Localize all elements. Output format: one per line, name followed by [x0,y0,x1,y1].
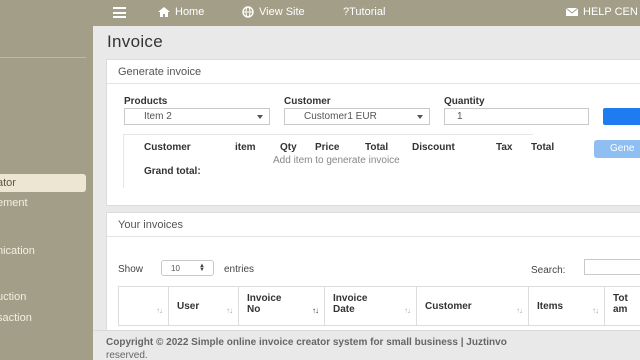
sidebar-item-communication[interactable]: nication [0,242,86,260]
chevron-down-icon [417,115,423,119]
col-price: Price [315,142,340,153]
col-customer[interactable]: Customer ↑↓ [416,287,528,325]
sort-icon: ↑↓ [516,306,523,315]
col-discount: Discount [412,142,455,153]
sidebar-item-label: saction [0,312,32,324]
grand-total-label: Grand total: [144,166,201,177]
sort-icon: ↑↓ [156,306,163,315]
col-customer: Customer [144,142,191,153]
main-content: Invoice Generate invoice Products Item 2… [93,26,640,360]
sort-icon: ↑↓ [404,306,411,315]
quantity-label: Quantity [444,96,485,107]
your-invoices-header: Your invoices [107,213,640,237]
sidebar-item-label: ator [0,177,16,189]
customer-select-value: Customer1 EUR [304,111,377,122]
hamburger-menu-icon[interactable] [113,7,126,18]
sidebar-item-label: ement [0,197,28,209]
search-label: Search: [531,265,566,276]
invoices-table-header: ↑↓ User ↑↓ Invoice No ↑↓ Invoice Date ↑↓ Cu… [118,286,640,326]
updown-icon: ▲ ▼ [199,263,205,273]
home-link-label: Home [175,6,205,18]
tutorial-label: ?Tutorial [343,6,386,18]
reserved-text: reserved. [106,350,148,360]
sidebar-item-label: uction [0,291,27,303]
quantity-input-value: 1 [457,111,463,122]
sidebar-item-production[interactable]: uction [0,288,86,306]
sort-icon: ↑↓ [226,306,233,315]
show-label: Show [118,264,144,275]
col-grand-total: Total [531,142,555,153]
col-total-amount[interactable]: Tot am [604,287,640,325]
top-bar: Home View Site ?Tutorial HELP CEN [93,0,640,26]
col-user-label: User [177,301,200,312]
col-item: item [235,142,256,153]
copyright-text: Copyright © 2022 Simple online invoice c… [106,337,507,348]
generate-invoice-button[interactable]: Gene [594,140,640,158]
sidebar: ator ement nication uction saction [0,0,93,360]
col-invoice-no-label: Invoice No [247,293,282,315]
chevron-down-icon [257,115,263,119]
add-item-button[interactable] [603,108,640,125]
col-customer-label: Customer [425,301,472,312]
customer-select[interactable]: Customer1 EUR [284,108,430,125]
sidebar-item-management[interactable]: ement [0,194,86,212]
sidebar-item-label: nication [0,245,35,257]
help-center-link[interactable]: HELP CEN [565,6,638,18]
sort-desc-icon: ↑↓ [312,306,319,315]
generate-invoice-header: Generate invoice [107,60,640,84]
view-site-link[interactable]: View Site [241,6,305,18]
products-select[interactable]: Item 2 [124,108,270,125]
entries-label: entries [224,264,255,275]
empty-items-message: Add item to generate invoice [273,155,400,166]
col-tax: Tax [496,142,513,153]
tutorial-link[interactable]: ?Tutorial [343,6,385,18]
globe-icon [242,6,254,18]
entries-per-page-select[interactable]: 10 ▲ ▼ [161,260,214,276]
col-qty: Qty [280,142,297,153]
col-invoice-no[interactable]: Invoice No ↑↓ [238,287,324,325]
search-input[interactable] [584,259,640,275]
col-invoice-date-label: Invoice Date [333,293,368,315]
envelope-icon [565,7,579,16]
col-items[interactable]: Items ↑↓ [528,287,604,325]
col-items-label: Items [537,301,564,312]
sidebar-divider [0,57,86,58]
sidebar-item-transaction[interactable]: saction [0,309,86,327]
home-link[interactable]: Home [157,6,204,18]
col-total-amount-label: Tot am [613,293,628,315]
home-icon [158,7,170,17]
quantity-input[interactable]: 1 [444,108,589,125]
entries-per-page-value: 10 [171,264,180,273]
sidebar-item-invoice-generator[interactable]: ator [0,174,86,192]
col-invoice-date[interactable]: Invoice Date ↑↓ [324,287,416,325]
footer: Copyright © 2022 Simple online invoice c… [93,330,640,360]
col-user[interactable]: User ↑↓ [168,287,238,325]
page-title: Invoice [107,32,163,51]
col-total: Total [365,142,389,153]
col-select[interactable]: ↑↓ [118,287,168,325]
products-label: Products [124,96,168,107]
products-select-value: Item 2 [144,111,172,122]
customer-label: Customer [284,96,331,107]
help-center-label: HELP CEN [583,6,638,18]
view-site-label: View Site [259,6,305,18]
generate-invoice-card: Generate invoice Products Item 2 Custome… [106,59,640,206]
sort-icon: ↑↓ [592,306,599,315]
